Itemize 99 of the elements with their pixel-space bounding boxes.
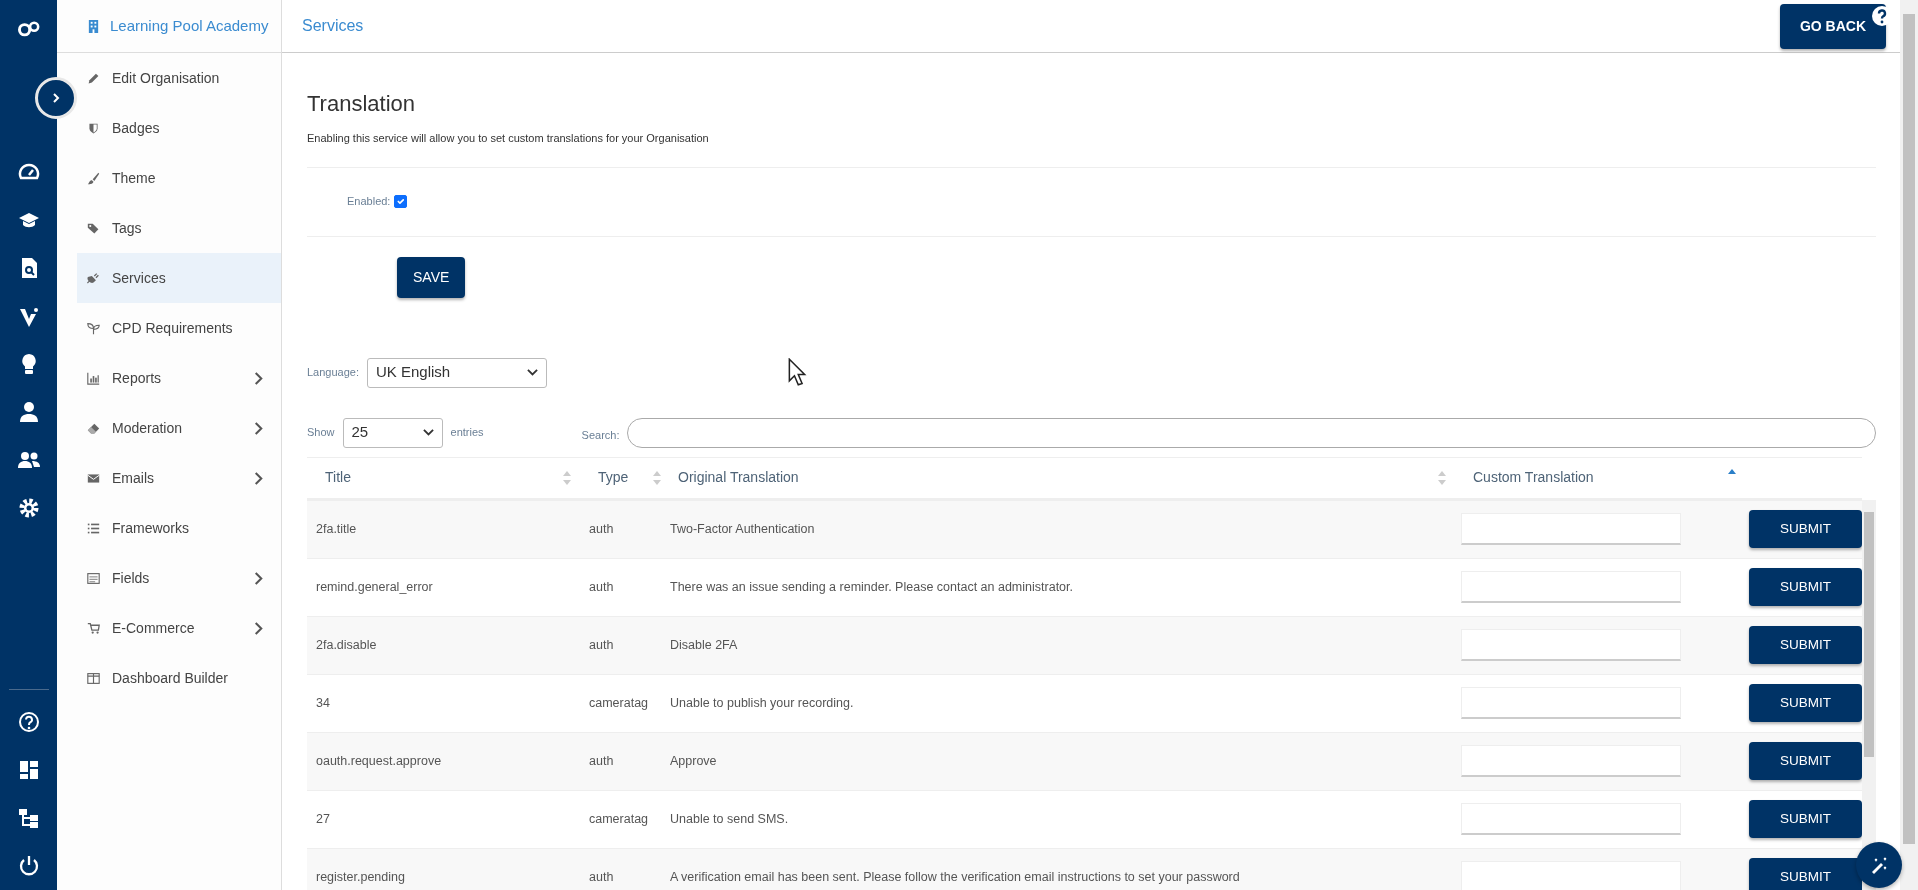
cursor-icon bbox=[787, 358, 807, 386]
sidebar-item[interactable]: Badges bbox=[77, 103, 281, 153]
enabled-label: Enabled: bbox=[347, 194, 391, 210]
enabled-checkbox[interactable] bbox=[394, 195, 408, 208]
chevron-right-icon bbox=[50, 92, 62, 104]
table-cell-text: Unable to publish your recording. bbox=[670, 694, 855, 712]
table-cell-text: cameratag bbox=[588, 810, 650, 828]
seedling-icon bbox=[87, 321, 100, 335]
chevron-right-icon bbox=[252, 471, 265, 485]
sidebar-item[interactable]: Frameworks bbox=[77, 503, 281, 553]
tags-icon bbox=[87, 221, 100, 235]
submit-button[interactable]: SUBMIT bbox=[1749, 567, 1862, 607]
power-icon[interactable] bbox=[17, 855, 40, 877]
column-header[interactable]: Type bbox=[598, 467, 629, 488]
table-cell-text: Unable to send SMS. bbox=[670, 810, 790, 828]
submit-button[interactable]: SUBMIT bbox=[1749, 683, 1862, 723]
translation-field[interactable] bbox=[1461, 513, 1681, 545]
brush-icon bbox=[87, 171, 100, 185]
table-cell-text: 2fa.disable bbox=[315, 636, 378, 654]
sidebar-item[interactable]: Tags bbox=[77, 203, 281, 253]
submit-button[interactable]: SUBMIT bbox=[1749, 857, 1862, 890]
list-icon bbox=[87, 521, 100, 535]
table-cell-text: 34 bbox=[315, 694, 331, 712]
envelope-icon bbox=[87, 471, 100, 485]
sidebar-item[interactable]: Services bbox=[77, 253, 281, 303]
table-cell-text: oauth.request.approve bbox=[315, 752, 443, 770]
v-mark-icon[interactable] bbox=[17, 305, 40, 327]
table-cell-text: Approve bbox=[670, 752, 718, 770]
table-cell-text: Two-Factor Authentication bbox=[670, 520, 816, 538]
chevron-right-icon bbox=[252, 371, 265, 385]
scrollbar[interactable] bbox=[1862, 499, 1876, 890]
form-icon bbox=[87, 571, 100, 585]
sidebar-item[interactable]: Fields bbox=[77, 553, 281, 603]
translation-field[interactable] bbox=[1461, 803, 1681, 835]
table-cell-text: register.pending bbox=[315, 868, 406, 886]
organisation-link[interactable]: Learning Pool Academy bbox=[110, 14, 269, 38]
description-text: Enabling this service will allow you to set custom translations for your Organisation bbox=[307, 131, 710, 146]
search-field[interactable] bbox=[627, 417, 1876, 448]
submit-button[interactable]: SUBMIT bbox=[1749, 799, 1862, 839]
columns-icon bbox=[87, 671, 100, 685]
submit-button[interactable]: SUBMIT bbox=[1749, 509, 1862, 549]
submit-button[interactable]: SUBMIT bbox=[1749, 625, 1862, 665]
page-size-select[interactable]: 25 bbox=[342, 417, 443, 448]
save-button[interactable]: SAVE bbox=[397, 256, 466, 298]
settings-icon[interactable] bbox=[17, 497, 40, 519]
table-cell-text: Disable 2FA bbox=[670, 636, 739, 654]
table-cell-text: remind.general_error bbox=[315, 578, 434, 596]
table-cell-text: A verification email has been sent. Please follow the verification email instructions to set your password bbox=[670, 868, 1241, 886]
building-icon bbox=[87, 19, 100, 33]
show-label: Show bbox=[307, 425, 335, 441]
table-cell-text: 2fa.title bbox=[315, 520, 358, 538]
search-label: Search: bbox=[581, 428, 620, 444]
submit-button[interactable]: SUBMIT bbox=[1749, 741, 1862, 781]
dashboard-icon[interactable] bbox=[17, 759, 40, 781]
bar-chart-icon bbox=[87, 371, 100, 385]
column-header[interactable]: Original Translation bbox=[678, 467, 799, 488]
shield-icon bbox=[87, 121, 100, 135]
table-cell-text: auth bbox=[588, 868, 615, 886]
language-select[interactable]: UK English bbox=[367, 357, 547, 388]
expand-button[interactable] bbox=[35, 77, 77, 119]
cart-icon bbox=[87, 621, 100, 635]
translation-field[interactable] bbox=[1461, 571, 1681, 603]
help-icon[interactable] bbox=[17, 711, 40, 733]
users-icon[interactable] bbox=[17, 449, 40, 471]
sidebar-item[interactable]: CPD Requirements bbox=[77, 303, 281, 353]
sidebar-item[interactable]: Edit Organisation bbox=[77, 53, 281, 103]
sidebar-item[interactable]: Emails bbox=[77, 453, 281, 503]
sidebar-item[interactable]: Dashboard Builder bbox=[77, 653, 281, 703]
translation-field[interactable] bbox=[1461, 745, 1681, 777]
entries-label: entries bbox=[450, 425, 484, 441]
table-cell-text: auth bbox=[588, 520, 615, 538]
chevron-down-icon bbox=[527, 368, 538, 377]
chevron-down-icon bbox=[422, 428, 434, 437]
chevron-right-icon bbox=[252, 571, 265, 585]
sidebar-item[interactable]: Moderation bbox=[77, 403, 281, 453]
sitemap-icon[interactable] bbox=[17, 807, 40, 829]
breadcrumb-link[interactable]: Services bbox=[302, 14, 364, 38]
table-cell-text: auth bbox=[588, 578, 615, 596]
table-cell-text: There was an issue sending a reminder. Please contact an administrator. bbox=[670, 578, 1074, 596]
section-title: Translation bbox=[307, 90, 416, 118]
table-cell-text: auth bbox=[588, 752, 615, 770]
column-header[interactable]: Title bbox=[325, 467, 351, 488]
sidebar-item[interactable]: Reports bbox=[77, 353, 281, 403]
eraser-icon bbox=[87, 421, 100, 435]
plug-icon bbox=[87, 271, 100, 285]
pencil-icon bbox=[87, 71, 100, 85]
translation-field[interactable] bbox=[1461, 687, 1681, 719]
table-cell-text: cameratag bbox=[588, 694, 650, 712]
chevron-right-icon bbox=[252, 421, 265, 435]
table-cell-text: 27 bbox=[315, 810, 331, 828]
language-label: Language: bbox=[307, 365, 359, 381]
sidebar-item[interactable]: Theme bbox=[77, 153, 281, 203]
translation-field[interactable] bbox=[1461, 629, 1681, 661]
table-cell-text: auth bbox=[588, 636, 615, 654]
scrollbar[interactable] bbox=[1900, 0, 1918, 890]
chevron-right-icon bbox=[252, 621, 265, 635]
sidebar-item[interactable]: E-Commerce bbox=[77, 603, 281, 653]
column-header[interactable]: Custom Translation bbox=[1473, 467, 1594, 488]
user-icon[interactable] bbox=[17, 401, 40, 423]
